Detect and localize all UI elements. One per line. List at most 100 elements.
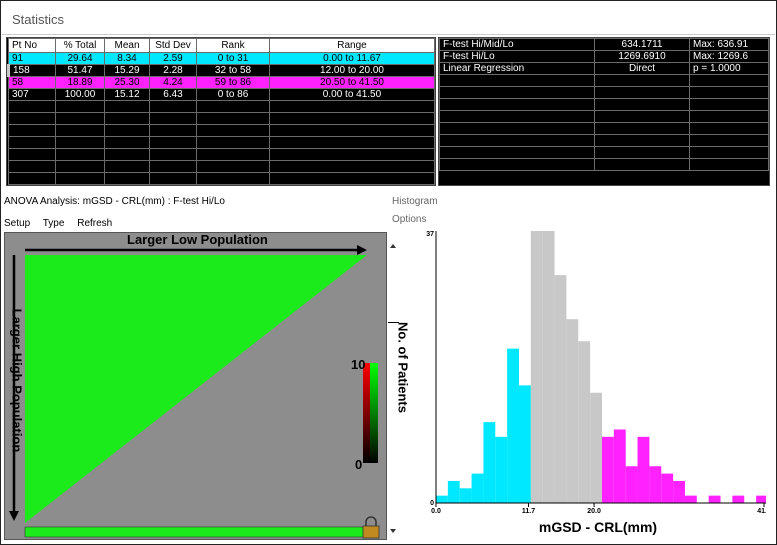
table-row-empty xyxy=(8,112,435,125)
table-row[interactable]: Linear Regression Direct p = 1.0000 xyxy=(439,62,769,75)
histogram-bar xyxy=(578,341,591,503)
cell-mean: 25.30 xyxy=(104,76,150,89)
histogram-bar xyxy=(673,480,685,503)
histogram-bar xyxy=(566,319,579,503)
lock-icon[interactable] xyxy=(362,525,380,539)
stats-table-panel: Pt No % Total Mean Std Dev Rank Range 91… xyxy=(6,37,436,186)
table-row-empty xyxy=(8,172,435,185)
cell-std-dev: 2.59 xyxy=(149,52,197,65)
colorbar-max-label: 10 xyxy=(351,357,366,372)
cell-rank: 32 to 58 xyxy=(196,64,270,77)
table-row[interactable]: 307 100.00 15.12 6.43 0 to 86 0.00 to 41… xyxy=(8,88,435,101)
cell-pt-no: 58 xyxy=(8,76,56,89)
histogram-ylabel: No. of Patients xyxy=(395,321,411,413)
histogram-bar xyxy=(613,429,626,503)
cell-std-dev: 6.43 xyxy=(149,88,197,101)
cell-range: 20.50 to 41.50 xyxy=(269,76,435,89)
table-row[interactable]: 91 29.64 8.34 2.59 0 to 31 0.00 to 11.67 xyxy=(8,52,435,65)
anova-matrix-panel[interactable]: Larger Low Population Larger High Popula… xyxy=(4,232,387,540)
histogram-bar xyxy=(684,495,697,503)
cell-pct-total: 18.89 xyxy=(55,76,105,89)
cell-range: 0.00 to 11.67 xyxy=(269,52,435,65)
cell-pt-no: 91 xyxy=(8,52,56,65)
table-row-empty xyxy=(8,160,435,173)
x-tick-label: 0.0 xyxy=(431,508,441,515)
table-row[interactable]: F-test Hi/Lo 1269.6910 Max: 1269.6 xyxy=(439,50,769,63)
table-row[interactable]: 158 51.47 15.29 2.28 32 to 58 12.00 to 2… xyxy=(7,64,435,77)
histogram-options-menu[interactable]: Options xyxy=(392,214,426,225)
ftest-label: F-test Hi/Mid/Lo xyxy=(439,38,595,51)
col-header-range[interactable]: Range xyxy=(269,38,435,53)
histogram-bar xyxy=(436,495,448,503)
histogram-bar xyxy=(507,348,519,503)
col-header-pct-total[interactable]: % Total xyxy=(55,38,105,53)
cell-pt-no: 158 xyxy=(7,64,56,77)
cell-rank: 59 to 86 xyxy=(196,76,270,89)
histogram-bar xyxy=(661,473,674,503)
histogram-chart[interactable]: 37 0 0.0 11.7 20.0 41.5 mGSD - CRL(mm) xyxy=(426,225,766,543)
stats-table: Pt No % Total Mean Std Dev Rank Range 91… xyxy=(7,38,435,185)
histogram-bar xyxy=(447,480,460,503)
anova-menu: Setup Type Refresh xyxy=(4,218,122,229)
table-row-empty xyxy=(439,158,769,171)
menu-refresh[interactable]: Refresh xyxy=(77,218,112,229)
table-row-empty xyxy=(439,146,769,159)
table-row-empty xyxy=(8,148,435,161)
histogram-bar xyxy=(459,488,472,503)
x-tick-label: 20.0 xyxy=(587,508,601,515)
histogram-bar xyxy=(483,422,496,503)
menu-type[interactable]: Type xyxy=(43,218,65,229)
anova-matrix[interactable] xyxy=(5,233,386,539)
histogram-xlabel: mGSD - CRL(mm) xyxy=(539,519,657,535)
histogram-bar xyxy=(542,231,555,503)
cell-std-dev: 2.28 xyxy=(149,64,197,77)
col-header-mean[interactable]: Mean xyxy=(104,38,150,53)
histogram-bar xyxy=(625,466,638,503)
anova-bottom-strip xyxy=(24,526,368,538)
scroll-down-icon[interactable] xyxy=(390,529,396,533)
col-header-std-dev[interactable]: Std Dev xyxy=(149,38,197,53)
table-row-empty xyxy=(439,110,769,123)
cell-rank: 0 to 86 xyxy=(196,88,270,101)
histogram-bar xyxy=(518,385,531,503)
histogram-bar xyxy=(495,436,508,503)
stats-header-row: Pt No % Total Mean Std Dev Rank Range xyxy=(8,38,435,53)
y-arrow-label: Larger High Population xyxy=(9,308,25,453)
cell-pct-total: 29.64 xyxy=(55,52,105,65)
col-header-pt-no[interactable]: Pt No xyxy=(8,38,56,53)
scroll-up-icon[interactable] xyxy=(390,244,396,248)
cell-range: 12.00 to 20.00 xyxy=(269,64,435,77)
anova-title: ANOVA Analysis: mGSD - CRL(mm) : F-test … xyxy=(4,196,225,207)
table-row[interactable]: 58 18.89 25.30 4.24 59 to 86 20.50 to 41… xyxy=(8,76,435,89)
table-row-empty xyxy=(439,98,769,111)
cell-std-dev: 4.24 xyxy=(149,76,197,89)
anova-green-triangle xyxy=(25,255,367,523)
y-arrow-head xyxy=(9,511,19,521)
table-row[interactable]: F-test Hi/Mid/Lo 634.1711 Max: 636.91 xyxy=(439,38,769,51)
histogram-bar xyxy=(471,473,484,503)
cell-pct-total: 100.00 xyxy=(55,88,105,101)
cell-mean: 15.12 xyxy=(104,88,150,101)
histogram-title: Histogram xyxy=(392,196,438,207)
colorbar-min-label: 0 xyxy=(355,457,363,472)
lock-shackle xyxy=(365,516,377,526)
histogram-bar xyxy=(530,231,543,503)
histogram-bar xyxy=(708,495,721,503)
title-divider xyxy=(2,34,775,35)
ftest-extra: Max: 636.91 xyxy=(689,38,769,51)
colorbar-green xyxy=(370,363,378,463)
ftest-label: Linear Regression xyxy=(439,62,595,75)
x-tick-label: 11.7 xyxy=(522,508,535,515)
histogram-bar xyxy=(590,392,602,503)
window-title: Statistics xyxy=(12,12,65,27)
colorbar-red xyxy=(363,363,370,463)
histogram-bar xyxy=(601,436,614,503)
col-header-rank[interactable]: Rank xyxy=(196,38,270,53)
menu-setup[interactable]: Setup xyxy=(4,218,30,229)
histogram-bar xyxy=(649,466,662,503)
histogram-bar xyxy=(554,275,567,503)
ftest-value: Direct xyxy=(594,62,690,75)
table-row-empty xyxy=(439,74,769,87)
ftest-extra: Max: 1269.6 xyxy=(689,50,769,63)
table-row-empty xyxy=(439,134,769,147)
